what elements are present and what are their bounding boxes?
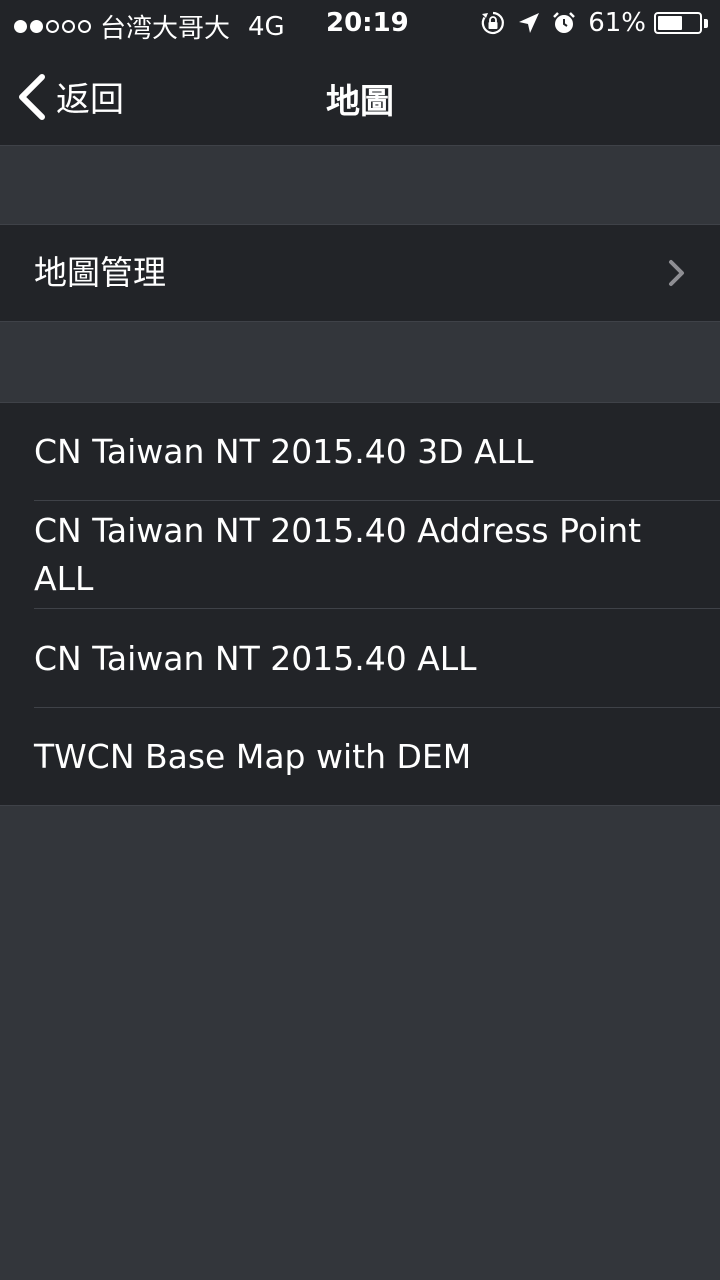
maps-list: CN Taiwan NT 2015.40 3D ALL CN Taiwan NT… [0, 402, 720, 806]
map-list-item[interactable]: CN Taiwan NT 2015.40 Address Point ALL [0, 501, 720, 609]
section-spacer [0, 146, 720, 224]
battery-icon [654, 12, 702, 34]
battery-percentage: 61% [588, 8, 646, 38]
network-type: 4G [248, 11, 285, 42]
map-list-item[interactable]: TWCN Base Map with DEM [0, 708, 720, 805]
rotation-lock-icon [480, 10, 506, 36]
map-name: CN Taiwan NT 2015.40 ALL [34, 638, 477, 678]
map-list-item[interactable]: CN Taiwan NT 2015.40 ALL [0, 609, 720, 708]
navigation-bar: 返回 地圖 [0, 48, 720, 146]
battery-tip [704, 18, 708, 28]
map-management-row[interactable]: 地圖管理 [0, 225, 720, 321]
status-left: 台湾大哥大 4G [14, 8, 285, 45]
map-name: CN Taiwan NT 2015.40 Address Point ALL [34, 511, 642, 598]
map-list-item[interactable]: CN Taiwan NT 2015.40 3D ALL [0, 403, 720, 501]
status-time: 20:19 [326, 8, 409, 38]
chevron-right-icon [669, 260, 684, 286]
carrier-name: 台湾大哥大 [100, 14, 231, 44]
section-spacer [0, 322, 720, 402]
map-name: CN Taiwan NT 2015.40 3D ALL [34, 432, 534, 471]
map-management-label: 地圖管理 [34, 253, 166, 292]
battery-level-fill [658, 16, 683, 30]
location-arrow-icon [518, 12, 540, 34]
status-bar: 台湾大哥大 4G 20:19 61% [0, 0, 720, 48]
settings-group: 地圖管理 [0, 224, 720, 322]
alarm-icon [552, 11, 576, 35]
map-name: TWCN Base Map with DEM [34, 736, 472, 776]
status-right: 61% [480, 8, 708, 38]
signal-strength-icon [14, 20, 94, 33]
page-title: 地圖 [326, 82, 394, 122]
